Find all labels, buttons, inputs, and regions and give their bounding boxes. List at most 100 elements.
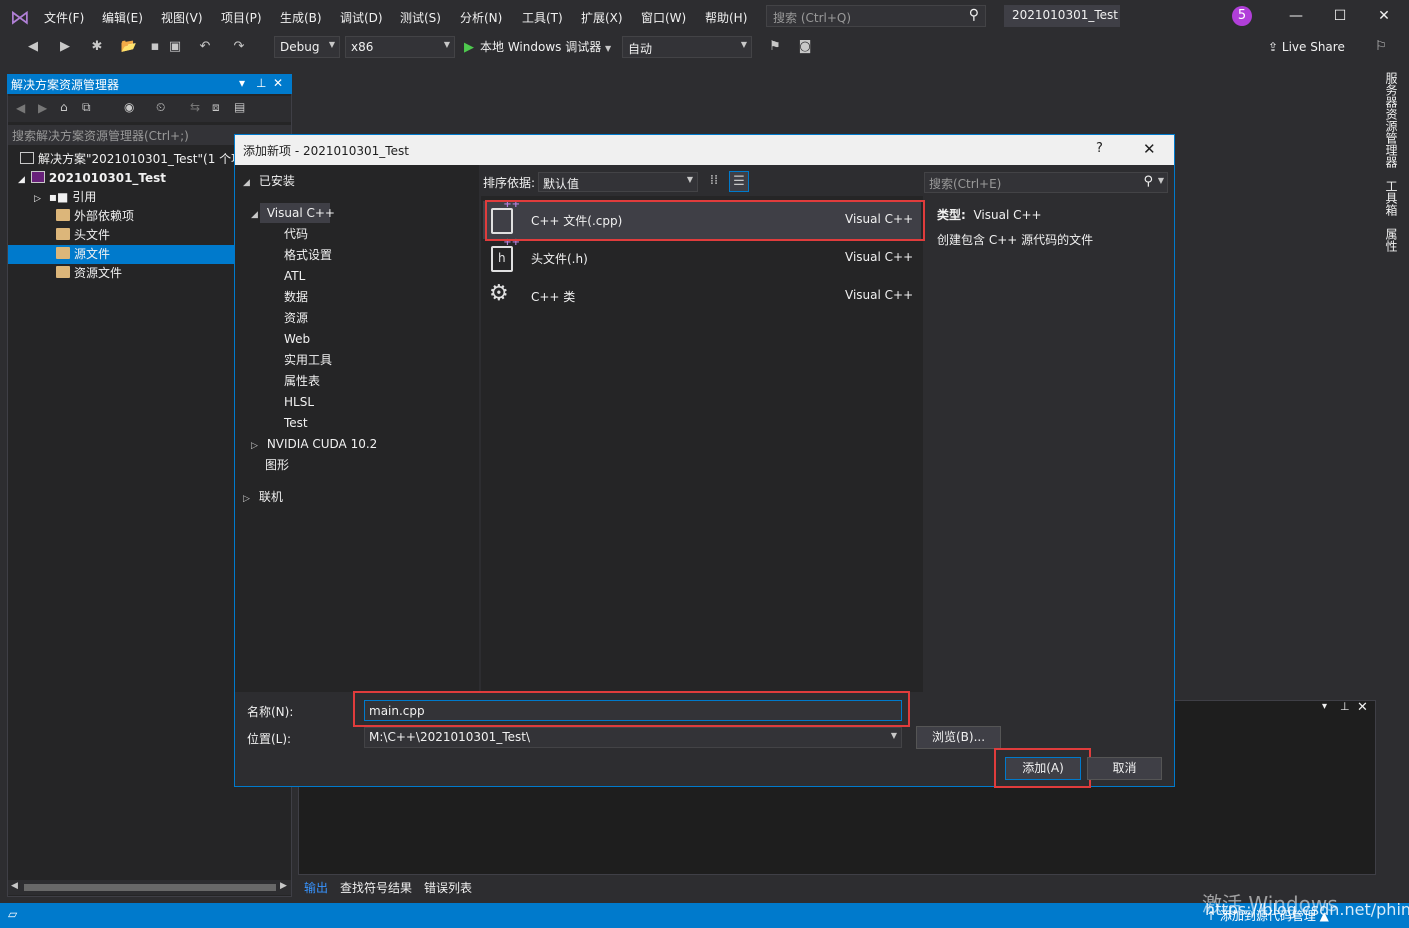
- config-combo[interactable]: Debug ▼: [274, 36, 340, 58]
- pin-icon[interactable]: ⊥: [256, 76, 266, 90]
- tree-item-references[interactable]: ▷ ▪■ 引用: [34, 188, 96, 207]
- undo-icon[interactable]: ↶: [196, 38, 214, 56]
- sort-combo[interactable]: 默认值 ▼: [538, 172, 698, 192]
- platform-value: x86: [351, 40, 374, 54]
- scroll-left-icon[interactable]: ◀: [11, 881, 18, 891]
- menu-project[interactable]: 项目(P): [221, 9, 262, 26]
- save-all-icon[interactable]: ▣: [166, 38, 184, 56]
- grid-view-icon[interactable]: ⁞⁞: [704, 171, 724, 192]
- tree-item-header-files[interactable]: 头文件: [56, 226, 110, 245]
- tree-hlsl[interactable]: HLSL: [284, 392, 314, 412]
- scroll-right-icon[interactable]: ▶: [280, 881, 287, 891]
- pin-icon[interactable]: ⊥: [1340, 700, 1350, 713]
- add-button[interactable]: 添加(A): [1005, 757, 1081, 780]
- menu-tools[interactable]: 工具(T): [522, 9, 563, 26]
- scrollbar-thumb[interactable]: [24, 884, 276, 891]
- tab-output[interactable]: 输出: [304, 879, 328, 896]
- forward-icon[interactable]: ▶: [38, 101, 47, 115]
- menu-debug[interactable]: 调试(D): [340, 9, 383, 26]
- tree-formatting[interactable]: 格式设置: [284, 245, 332, 265]
- forward-icon[interactable]: ▶: [56, 38, 74, 56]
- solution-root-row[interactable]: 解决方案"2021010301_Test"(1 个项: [20, 150, 243, 169]
- start-debugging-button[interactable]: ▶ 本地 Windows 调试器 ▼: [464, 38, 611, 55]
- tree-item-external-deps[interactable]: 外部依赖项: [56, 207, 134, 226]
- tree-installed[interactable]: ◢ 已安装: [243, 171, 295, 191]
- tree-cuda[interactable]: ▷ NVIDIA CUDA 10.2: [251, 434, 377, 454]
- menu-view[interactable]: 视图(V): [161, 9, 203, 26]
- tree-data[interactable]: 数据: [284, 287, 308, 307]
- notification-badge[interactable]: 5: [1232, 6, 1252, 26]
- tree-test[interactable]: Test: [284, 413, 308, 433]
- live-share-button[interactable]: ⇪ Live Share: [1268, 40, 1345, 54]
- close-icon[interactable]: ✕: [1357, 700, 1368, 715]
- chevron-down-icon[interactable]: ▾: [239, 76, 245, 90]
- tab-find-symbol-results[interactable]: 查找符号结果: [340, 879, 412, 896]
- visual-studio-logo-icon[interactable]: ⋈: [10, 6, 34, 28]
- save-icon[interactable]: ▪: [146, 38, 164, 56]
- menu-window[interactable]: 窗口(W): [641, 9, 686, 26]
- tab-properties[interactable]: 属性: [1384, 228, 1400, 252]
- find-in-files-icon[interactable]: ⚑: [766, 38, 784, 56]
- template-item-class[interactable]: ⚙ C++ 类 Visual C++: [483, 277, 921, 315]
- tree-item-resource-files[interactable]: 资源文件: [56, 264, 122, 283]
- mode-value: 自动: [628, 42, 653, 56]
- open-file-icon[interactable]: 📂: [120, 38, 138, 56]
- close-window-button[interactable]: ✕: [1362, 5, 1406, 27]
- horizontal-scrollbar[interactable]: ◀ ▶: [8, 880, 291, 895]
- tab-toolbox[interactable]: 工具箱: [1384, 180, 1400, 216]
- show-all-files-icon[interactable]: ▤: [234, 100, 245, 114]
- back-icon[interactable]: ◀: [16, 101, 25, 115]
- name-input[interactable]: [364, 700, 902, 721]
- tree-online[interactable]: ▷ 联机: [243, 487, 283, 507]
- tree-visual-cpp[interactable]: ◢ Visual C++: [251, 203, 335, 223]
- list-view-icon[interactable]: ☰: [729, 171, 749, 192]
- tree-graphics[interactable]: 图形: [265, 455, 289, 475]
- global-search-input[interactable]: 搜索 (Ctrl+Q) ⚲: [766, 5, 986, 27]
- collapsed-arrow-icon: ▷: [34, 194, 41, 204]
- template-item-cpp[interactable]: ++ C++ 文件(.cpp) Visual C++: [483, 199, 921, 239]
- new-project-icon[interactable]: ✱: [88, 38, 106, 56]
- tree-item-source-files[interactable]: 源文件: [56, 245, 110, 264]
- menu-file[interactable]: 文件(F): [44, 9, 84, 26]
- pending-changes-icon[interactable]: ⏲: [156, 100, 165, 115]
- feedback-icon[interactable]: ⚐: [1372, 38, 1390, 56]
- refresh-icon[interactable]: ⇆: [190, 100, 200, 114]
- tab-error-list[interactable]: 错误列表: [424, 879, 472, 896]
- tree-atl[interactable]: ATL: [284, 266, 305, 286]
- close-icon[interactable]: ✕: [273, 76, 283, 90]
- help-icon[interactable]: ?: [1096, 141, 1103, 156]
- tree-property-sheets[interactable]: 属性表: [284, 371, 320, 391]
- mode-combo[interactable]: 自动 ▼: [622, 36, 752, 58]
- menu-build[interactable]: 生成(B): [280, 9, 322, 26]
- menu-test[interactable]: 测试(S): [400, 9, 441, 26]
- platform-combo[interactable]: x86 ▼: [345, 36, 455, 58]
- cancel-button[interactable]: 取消: [1087, 757, 1162, 780]
- menu-help[interactable]: 帮助(H): [705, 9, 747, 26]
- chevron-down-icon: ▼: [605, 44, 612, 53]
- sync-icon[interactable]: ◉: [124, 100, 134, 114]
- tree-code[interactable]: 代码: [284, 224, 308, 244]
- menu-edit[interactable]: 编辑(E): [102, 9, 143, 26]
- minimize-button[interactable]: —: [1274, 5, 1318, 27]
- browse-button[interactable]: 浏览(B)...: [916, 726, 1001, 749]
- collapsed-arrow-icon: ▷: [251, 441, 258, 451]
- back-icon[interactable]: ◀: [24, 38, 42, 56]
- tree-utility[interactable]: 实用工具: [284, 350, 332, 370]
- template-search-input[interactable]: 搜索(Ctrl+E) ⚲ ▼: [924, 172, 1168, 193]
- project-row[interactable]: ◢ 2021010301_Test: [18, 169, 166, 188]
- menu-analyze[interactable]: 分析(N): [460, 9, 502, 26]
- redo-icon[interactable]: ↷: [230, 38, 248, 56]
- tree-web[interactable]: Web: [284, 329, 310, 349]
- switch-views-icon[interactable]: ⧉: [82, 100, 91, 115]
- screenshot-icon[interactable]: ◙: [796, 38, 814, 56]
- chevron-down-icon[interactable]: ▾: [1322, 701, 1327, 712]
- dialog-close-icon[interactable]: ✕: [1143, 140, 1156, 158]
- maximize-button[interactable]: ☐: [1318, 5, 1362, 27]
- location-combo[interactable]: M:\C++\2021010301_Test\ ▼: [364, 727, 902, 748]
- tab-server-explorer[interactable]: 服务器资源管理器: [1384, 72, 1400, 168]
- collapse-all-icon[interactable]: ⧈: [212, 100, 220, 115]
- home-icon[interactable]: ⌂: [60, 100, 68, 114]
- template-item-header[interactable]: h ++ 头文件(.h) Visual C++: [483, 237, 921, 277]
- tree-resource[interactable]: 资源: [284, 308, 308, 328]
- menu-extensions[interactable]: 扩展(X): [581, 9, 623, 26]
